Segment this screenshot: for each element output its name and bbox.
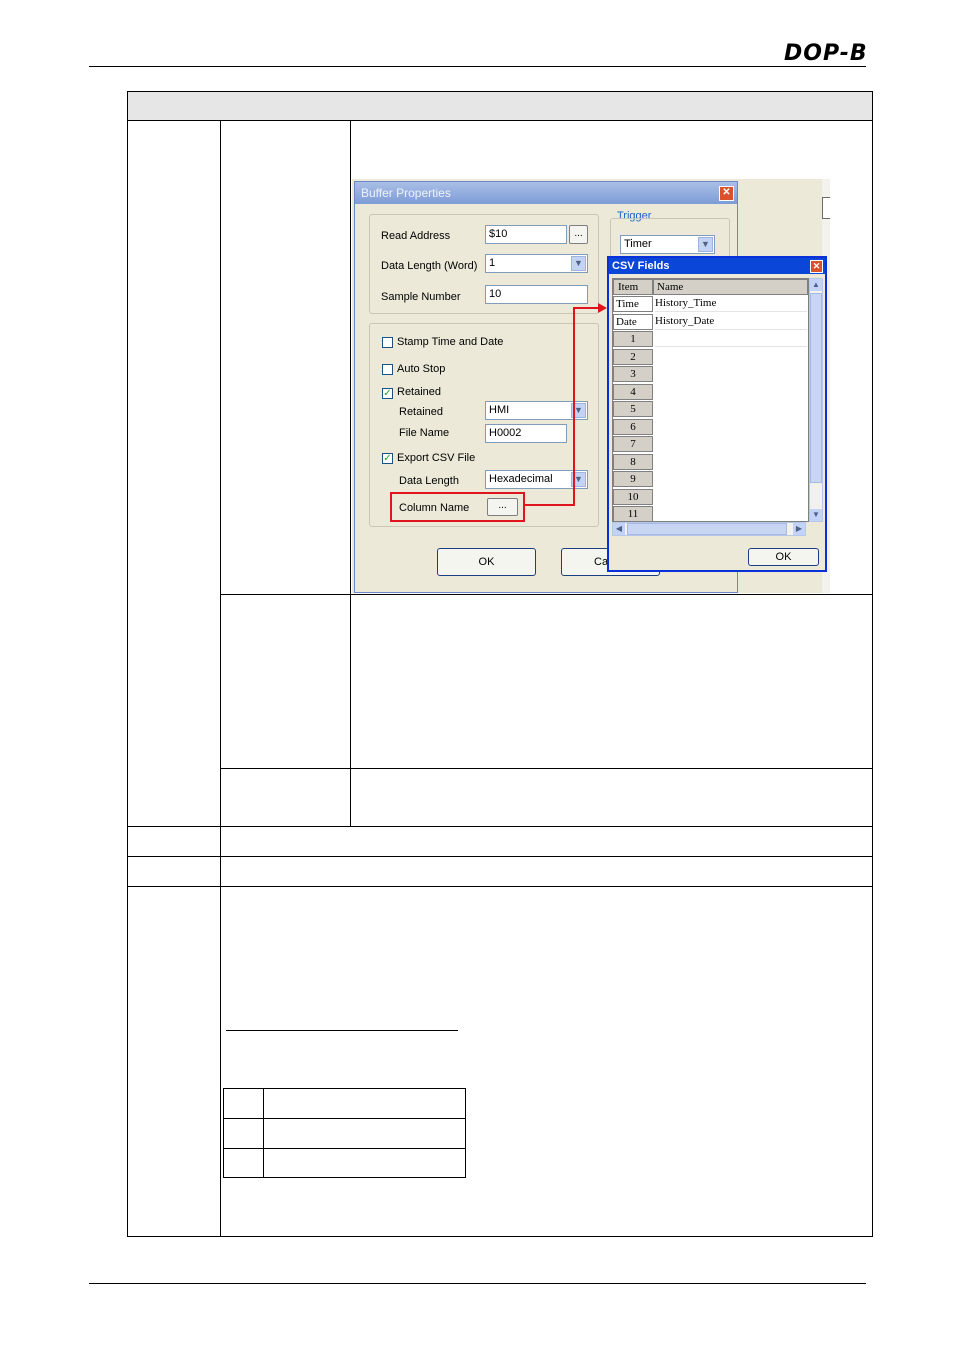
header-rule <box>89 66 866 67</box>
underline-rule <box>226 1030 458 1031</box>
csv-row-name[interactable] <box>655 348 807 365</box>
csv-row-item[interactable]: 8 <box>613 453 653 470</box>
scroll-left-icon[interactable]: ◀ <box>613 523 625 535</box>
col-header-item: Item <box>613 279 653 295</box>
csv-row-item[interactable]: Time <box>613 296 653 312</box>
csv-title-bar: CSV Fields <box>609 258 825 274</box>
csv-row-name[interactable] <box>655 330 807 347</box>
close-icon[interactable]: ✕ <box>810 260 823 273</box>
csv-row-name[interactable] <box>655 383 807 400</box>
small-table-divider <box>263 1088 264 1178</box>
csv-row-item[interactable]: 10 <box>613 488 653 505</box>
csv-row-item[interactable]: 5 <box>613 401 653 417</box>
csv-row-name[interactable] <box>655 418 807 435</box>
row-rule <box>127 856 873 857</box>
col-header-name-cell: Name <box>653 279 808 295</box>
brand-logo: DOP-B <box>784 41 868 66</box>
csv-row-item[interactable]: 6 <box>613 418 653 435</box>
csv-row-item[interactable]: 1 <box>613 331 653 347</box>
csv-row-name[interactable] <box>655 435 807 452</box>
csv-row-item[interactable]: 2 <box>613 348 653 365</box>
csv-fields-dialog: CSV Fields ✕ Item Name Time History_Time D… <box>607 256 827 572</box>
hscroll-thumb[interactable] <box>627 523 787 535</box>
csv-row-name[interactable] <box>655 453 807 470</box>
buffer-properties-screenshot: Buffer Properties ✕ Read Address $10 ...… <box>352 179 830 593</box>
table-header-row <box>128 92 872 120</box>
vertical-scrollbar[interactable]: ▲ ▼ <box>809 278 823 522</box>
csv-row-item[interactable]: 7 <box>613 436 653 452</box>
csv-grid: Item Name Time History_Time Date History_Da… <box>612 278 809 522</box>
arrow-head <box>598 303 607 313</box>
scroll-down-icon[interactable]: ▼ <box>810 509 822 521</box>
csv-row-name[interactable]: History_Time <box>655 295 807 312</box>
csv-row-name[interactable] <box>655 400 807 417</box>
csv-row-item[interactable]: 11 <box>613 506 653 521</box>
csv-row-item[interactable]: Date <box>613 313 653 330</box>
csv-row-item[interactable]: 4 <box>613 383 653 400</box>
scroll-up-icon[interactable]: ▲ <box>810 279 822 291</box>
csv-row-item[interactable]: 9 <box>613 471 653 487</box>
arrow-line <box>523 307 604 506</box>
csv-row-name[interactable] <box>655 470 807 487</box>
footer-rule <box>89 1283 866 1284</box>
csv-title: CSV Fields <box>612 260 670 272</box>
row-rule <box>220 594 873 595</box>
horizontal-scrollbar[interactable]: ◀ ▶ <box>612 522 806 536</box>
csv-row-name[interactable]: History_Date <box>655 313 807 330</box>
csv-row-name[interactable] <box>655 365 807 382</box>
csv-row-name[interactable] <box>655 488 807 505</box>
scroll-thumb[interactable] <box>810 293 822 483</box>
scroll-right-icon[interactable]: ▶ <box>793 523 805 535</box>
csv-row-name[interactable] <box>655 505 807 521</box>
csv-row-item[interactable]: 3 <box>613 366 653 382</box>
row-rule <box>127 886 873 887</box>
small-table-rule <box>223 1148 466 1149</box>
col-divider-2 <box>350 120 351 826</box>
csv-ok-button[interactable]: OK <box>748 548 819 566</box>
small-table-rule <box>223 1118 466 1119</box>
col-header-name: Name <box>657 281 684 293</box>
row-rule <box>127 826 873 827</box>
row-rule <box>220 768 873 769</box>
table-rule <box>127 120 873 121</box>
col-divider-1 <box>220 120 221 1237</box>
small-table <box>223 1088 466 1178</box>
